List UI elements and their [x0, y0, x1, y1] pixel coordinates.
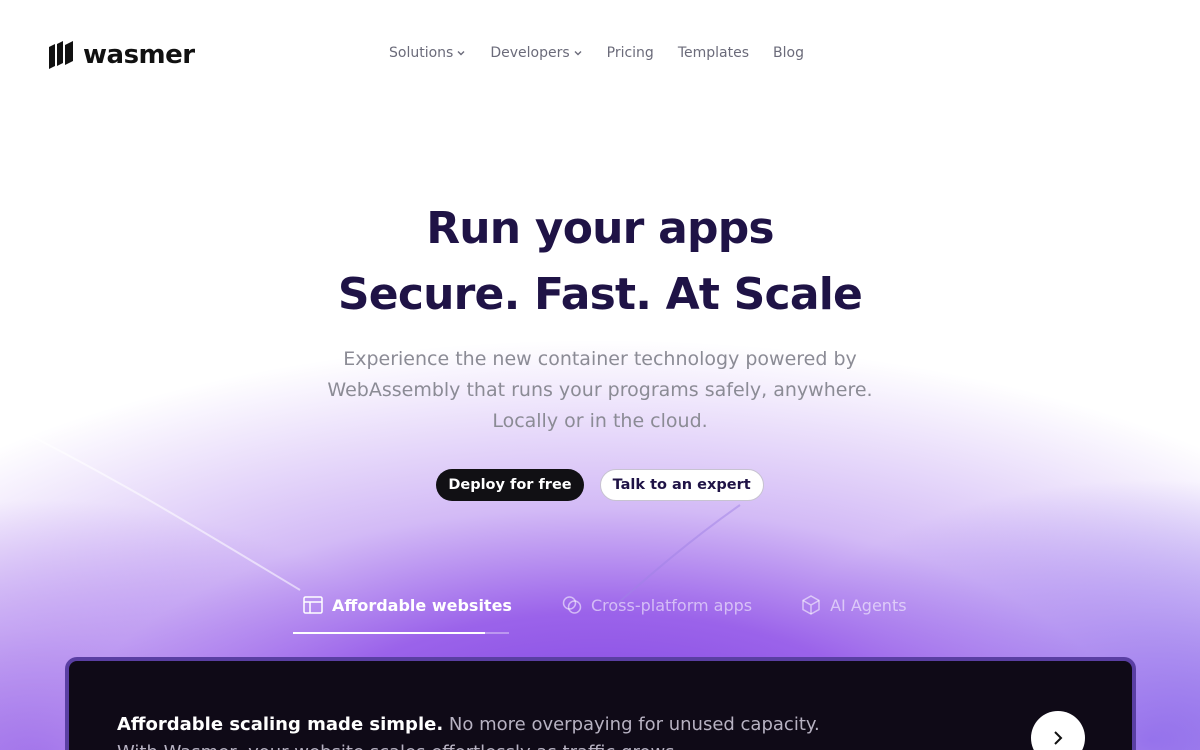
- tab-indicator: [293, 632, 485, 634]
- tab-ai-agents[interactable]: AI Agents: [800, 590, 907, 620]
- wasmer-logo-icon: [49, 41, 73, 69]
- hero-title-line2: Secure. Fast. At Scale: [337, 269, 863, 320]
- feature-panel: Affordable scaling made simple. No more …: [65, 657, 1136, 750]
- nav-item-label: Solutions: [389, 45, 454, 61]
- chevron-down-icon: [457, 51, 465, 56]
- logo[interactable]: wasmer: [47, 38, 195, 72]
- brand-name: wasmer: [83, 40, 195, 70]
- nav-item-label: Templates: [677, 45, 750, 61]
- site-header: wasmer Solutions Developers Pricing Temp…: [0, 0, 1200, 106]
- hero: Run your apps Secure. Fast. At Scale Exp…: [0, 196, 1200, 437]
- tab-cross-platform-apps[interactable]: Cross-platform apps: [561, 590, 752, 620]
- tab-label: AI Agents: [830, 595, 907, 615]
- nav-item-blog[interactable]: Blog: [773, 45, 804, 61]
- nav-item-developers[interactable]: Developers: [490, 45, 582, 61]
- hero-title: Run your apps Secure. Fast. At Scale: [0, 196, 1200, 328]
- nav-item-label: Blog: [773, 45, 804, 61]
- circles-icon: [562, 596, 582, 614]
- hero-cta-group: Deploy for free Talk to an expert: [0, 469, 1200, 501]
- nav-item-label: Pricing: [606, 45, 654, 61]
- nav-item-label: Developers: [490, 45, 570, 61]
- tab-affordable-websites[interactable]: Affordable websites: [293, 590, 521, 620]
- next-button[interactable]: [1031, 711, 1085, 750]
- hero-subtitle-line1: Experience the new container technology …: [343, 348, 857, 370]
- chevron-down-icon: [574, 51, 582, 56]
- hero-subtitle-line2: WebAssembly that runs your programs safe…: [327, 379, 873, 401]
- talk-to-expert-button[interactable]: Talk to an expert: [599, 469, 764, 501]
- layout-icon: [303, 596, 323, 614]
- chevron-right-icon: [1054, 731, 1063, 745]
- hero-subtitle-line3: Locally or in the cloud.: [492, 410, 708, 432]
- nav-item-solutions[interactable]: Solutions: [389, 45, 466, 61]
- feature-panel-headline: Affordable scaling made simple.: [117, 714, 444, 735]
- cube-icon: [802, 595, 820, 615]
- tab-indicator-track: [293, 632, 509, 634]
- tab-label: Affordable websites: [332, 595, 512, 615]
- main-nav: Solutions Developers Pricing Templates B…: [389, 42, 804, 64]
- hero-subtitle: Experience the new container technology …: [300, 344, 900, 437]
- feature-panel-text: Affordable scaling made simple. No more …: [117, 711, 877, 750]
- feature-panel-body-line2: With Wasmer, your website scales effortl…: [117, 742, 680, 750]
- tab-label: Cross-platform apps: [590, 595, 753, 615]
- hero-title-line1: Run your apps: [426, 203, 774, 254]
- nav-item-pricing[interactable]: Pricing: [607, 45, 654, 61]
- feature-panel-body: No more overpaying for unused capacity.: [448, 714, 820, 735]
- use-case-tabs: Affordable websites Cross-platform apps …: [293, 590, 907, 634]
- nav-item-templates[interactable]: Templates: [678, 45, 749, 61]
- deploy-for-free-button[interactable]: Deploy for free: [436, 469, 584, 501]
